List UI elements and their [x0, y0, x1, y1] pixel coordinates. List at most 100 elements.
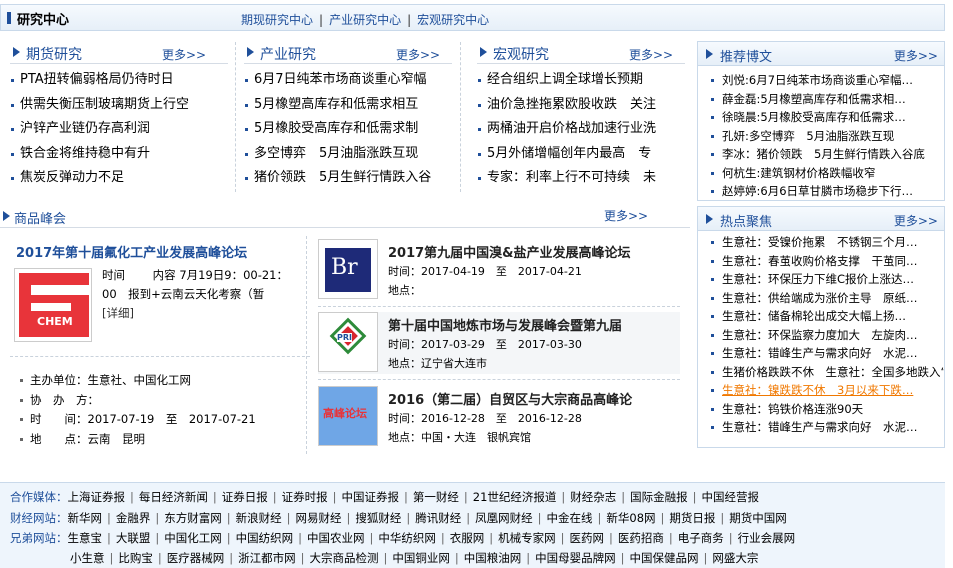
footer-link[interactable]: 中国纺织网: [236, 531, 294, 545]
footer-link[interactable]: 中国铜业网: [392, 551, 450, 565]
hot-item[interactable]: 生意社：错峰生产与需求向好 水泥…: [698, 418, 944, 437]
link-industry-research-center[interactable]: 产业研究中心: [329, 13, 401, 27]
event-location: 地点：辽宁省大连市: [388, 357, 487, 370]
hot-more-link[interactable]: 更多>>: [894, 212, 938, 229]
footer-link[interactable]: 衣服网: [450, 531, 485, 545]
event-item[interactable]: 高峰论坛 2016（第二届）自贸区与大宗商品高峰论 时间：2016-12-28 …: [318, 386, 678, 448]
footer-link[interactable]: 中华纺织网: [378, 531, 436, 545]
list-item[interactable]: 5月外储增幅创年内最高 专: [477, 142, 685, 167]
summit-more-link[interactable]: 更多>>: [604, 207, 648, 224]
blog-item[interactable]: 赵婷婷:6月6日草甘膦市场稳步下行…: [698, 182, 944, 201]
macro-more-link[interactable]: 更多>>: [629, 46, 673, 63]
hot-item[interactable]: 生意社：钨铁价格连涨90天: [698, 400, 944, 419]
footer-link[interactable]: 21世纪经济报道: [473, 490, 557, 504]
footer-link[interactable]: 搜狐财经: [355, 511, 401, 525]
blog-item[interactable]: 薛金磊:5月橡塑高库存和低需求相…: [698, 90, 944, 109]
blog-item[interactable]: 孔妍:多空博弈 5月油脂涨跌互现: [698, 127, 944, 146]
hot-item[interactable]: 生意社：储备棉轮出成交大幅上扬…: [698, 307, 944, 326]
footer-link[interactable]: 医药招商: [618, 531, 664, 545]
featured-forum-title[interactable]: 2017年第十届氟化工产业发展高峰论坛: [16, 242, 247, 261]
footer-link[interactable]: 生意宝: [68, 531, 103, 545]
footer-link[interactable]: 新华08网: [606, 511, 655, 525]
footer-link[interactable]: 行业会展网: [738, 531, 796, 545]
footer-link[interactable]: 机械专家网: [498, 531, 556, 545]
footer-link[interactable]: 中金在线: [547, 511, 593, 525]
list-item[interactable]: 专家：利率上行不可持续 未: [477, 166, 685, 191]
footer-link[interactable]: 中国经营报: [702, 490, 760, 504]
footer-link[interactable]: 小生意: [70, 551, 105, 565]
hot-item[interactable]: 生意社：错峰生产与需求向好 水泥…: [698, 344, 944, 363]
list-item[interactable]: 猪价领跌 5月生鲜行情跌入谷: [244, 166, 452, 191]
footer-link[interactable]: 国际金融报: [630, 490, 688, 504]
list-item[interactable]: 供需失衡压制玻璃期货上行空: [10, 93, 228, 118]
list-item[interactable]: 6月7日纯苯市场商谈重心窄幅: [244, 68, 452, 93]
link-futures-research-center[interactable]: 期现研究中心: [241, 13, 313, 27]
footer-link[interactable]: 医疗器械网: [167, 551, 225, 565]
hot-item[interactable]: 生意社：供给端成为涨价主导 原纸…: [698, 289, 944, 308]
footer-link[interactable]: 腾讯财经: [415, 511, 461, 525]
blog-item[interactable]: 刘悦:6月7日纯苯市场商谈重心窄幅…: [698, 71, 944, 90]
footer-link[interactable]: 上海证券报: [68, 490, 126, 504]
footer-link[interactable]: 中国证券报: [342, 490, 400, 504]
footer-link[interactable]: 证券日报: [222, 490, 268, 504]
footer-link[interactable]: 凤凰网财经: [475, 511, 533, 525]
footer-link[interactable]: 证券时报: [282, 490, 328, 504]
footer-link[interactable]: 浙江都市网: [238, 551, 296, 565]
detail-link[interactable]: [详细]: [102, 306, 134, 320]
footer-link[interactable]: 网盛大宗: [712, 551, 758, 565]
event-title[interactable]: 2017第九届中国溴&盐产业发展高峰论坛: [388, 242, 631, 261]
list-item[interactable]: 铁合金将维持稳中有升: [10, 142, 228, 167]
footer-link[interactable]: 新华网: [68, 511, 103, 525]
footer-link[interactable]: 每日经济新闻: [139, 490, 208, 504]
hot-item-highlighted[interactable]: 生意社：镍跌跌不休 3月以来下跌…: [698, 381, 944, 400]
list-item[interactable]: 经合组织上调全球增长预期: [477, 68, 685, 93]
list-item[interactable]: 5月橡塑高库存和低需求相互: [244, 93, 452, 118]
event-title[interactable]: 2016（第二届）自贸区与大宗商品高峰论: [388, 389, 632, 408]
footer-link[interactable]: 期货中国网: [729, 511, 787, 525]
footer-link[interactable]: 中国农业网: [307, 531, 365, 545]
footer-separator: |: [229, 551, 234, 565]
hot-item[interactable]: 生意社：环保压力下维C报价上涨达…: [698, 270, 944, 289]
industry-more-link[interactable]: 更多>>: [396, 46, 440, 63]
event-title[interactable]: 第十届中国地炼市场与发展峰会暨第九届: [388, 315, 622, 334]
blog-more-link[interactable]: 更多>>: [894, 47, 938, 64]
hot-item[interactable]: 生意社：春茧收购价格支撑 干茧同…: [698, 252, 944, 271]
footer-link[interactable]: 中国粮油网: [464, 551, 522, 565]
hot-item-link[interactable]: 生意社：镍跌跌不休 3月以来下跌…: [722, 383, 913, 397]
footer-link[interactable]: 医药网: [570, 531, 605, 545]
list-item[interactable]: 焦炭反弹动力不足: [10, 166, 228, 191]
blog-item[interactable]: 何杭生:建筑钢材价格跌幅收窄: [698, 164, 944, 183]
footer-link[interactable]: 期货日报: [669, 511, 715, 525]
event-item[interactable]: PRI 第十届中国地炼市场与发展峰会暨第九届 时间：2017-03-29 至 2…: [318, 312, 680, 374]
footer-link[interactable]: 第一财经: [413, 490, 459, 504]
hot-item[interactable]: 生意社：环保监察力度加大 左旋肉…: [698, 326, 944, 345]
footer-link[interactable]: 中国化工网: [164, 531, 222, 545]
hot-item[interactable]: 生意社：受镍价拖累 不锈钢三个月…: [698, 233, 944, 252]
footer-separator: |: [109, 551, 114, 565]
hot-item[interactable]: 生猪价格跌跌不休 生意社：全国多地跌入“…: [698, 363, 944, 382]
footer-link[interactable]: 网易财经: [296, 511, 342, 525]
footer-separator: |: [454, 551, 459, 565]
chem-logo[interactable]: CHEM: [14, 268, 92, 342]
blog-item[interactable]: 李冰：猪价领跌 5月生鲜行情跌入谷底: [698, 145, 944, 164]
footer-link[interactable]: 中国保健品网: [630, 551, 699, 565]
list-item[interactable]: 多空博弈 5月油脂涨跌互现: [244, 142, 452, 167]
list-item[interactable]: 沪锌产业链仍存高利润: [10, 117, 228, 142]
list-item[interactable]: PTA扭转偏弱格局仍待时日: [10, 68, 228, 93]
link-macro-research-center[interactable]: 宏观研究中心: [417, 13, 489, 27]
event-item[interactable]: Br 2017第九届中国溴&盐产业发展高峰论坛 时间：2017-04-19 至 …: [318, 239, 678, 301]
footer-link[interactable]: 电子商务: [678, 531, 724, 545]
footer-link[interactable]: 大宗商品检测: [310, 551, 379, 565]
list-item[interactable]: 两桶油开启价格战加速行业洗: [477, 117, 685, 142]
footer-link[interactable]: 金融界: [116, 511, 151, 525]
footer-link[interactable]: 财经杂志: [570, 490, 616, 504]
footer-link[interactable]: 新浪财经: [236, 511, 282, 525]
blog-item[interactable]: 徐晓晨:5月橡胶受高库存和低需求…: [698, 108, 944, 127]
footer-link[interactable]: 比购宝: [118, 551, 153, 565]
footer-link[interactable]: 东方财富网: [164, 511, 222, 525]
futures-more-link[interactable]: 更多>>: [162, 46, 206, 63]
list-item[interactable]: 油价急挫拖累欧股收跌 关注: [477, 93, 685, 118]
footer-link[interactable]: 中国母婴品牌网: [535, 551, 616, 565]
footer-link[interactable]: 大联盟: [116, 531, 151, 545]
list-item[interactable]: 5月橡胶受高库存和低需求制: [244, 117, 452, 142]
